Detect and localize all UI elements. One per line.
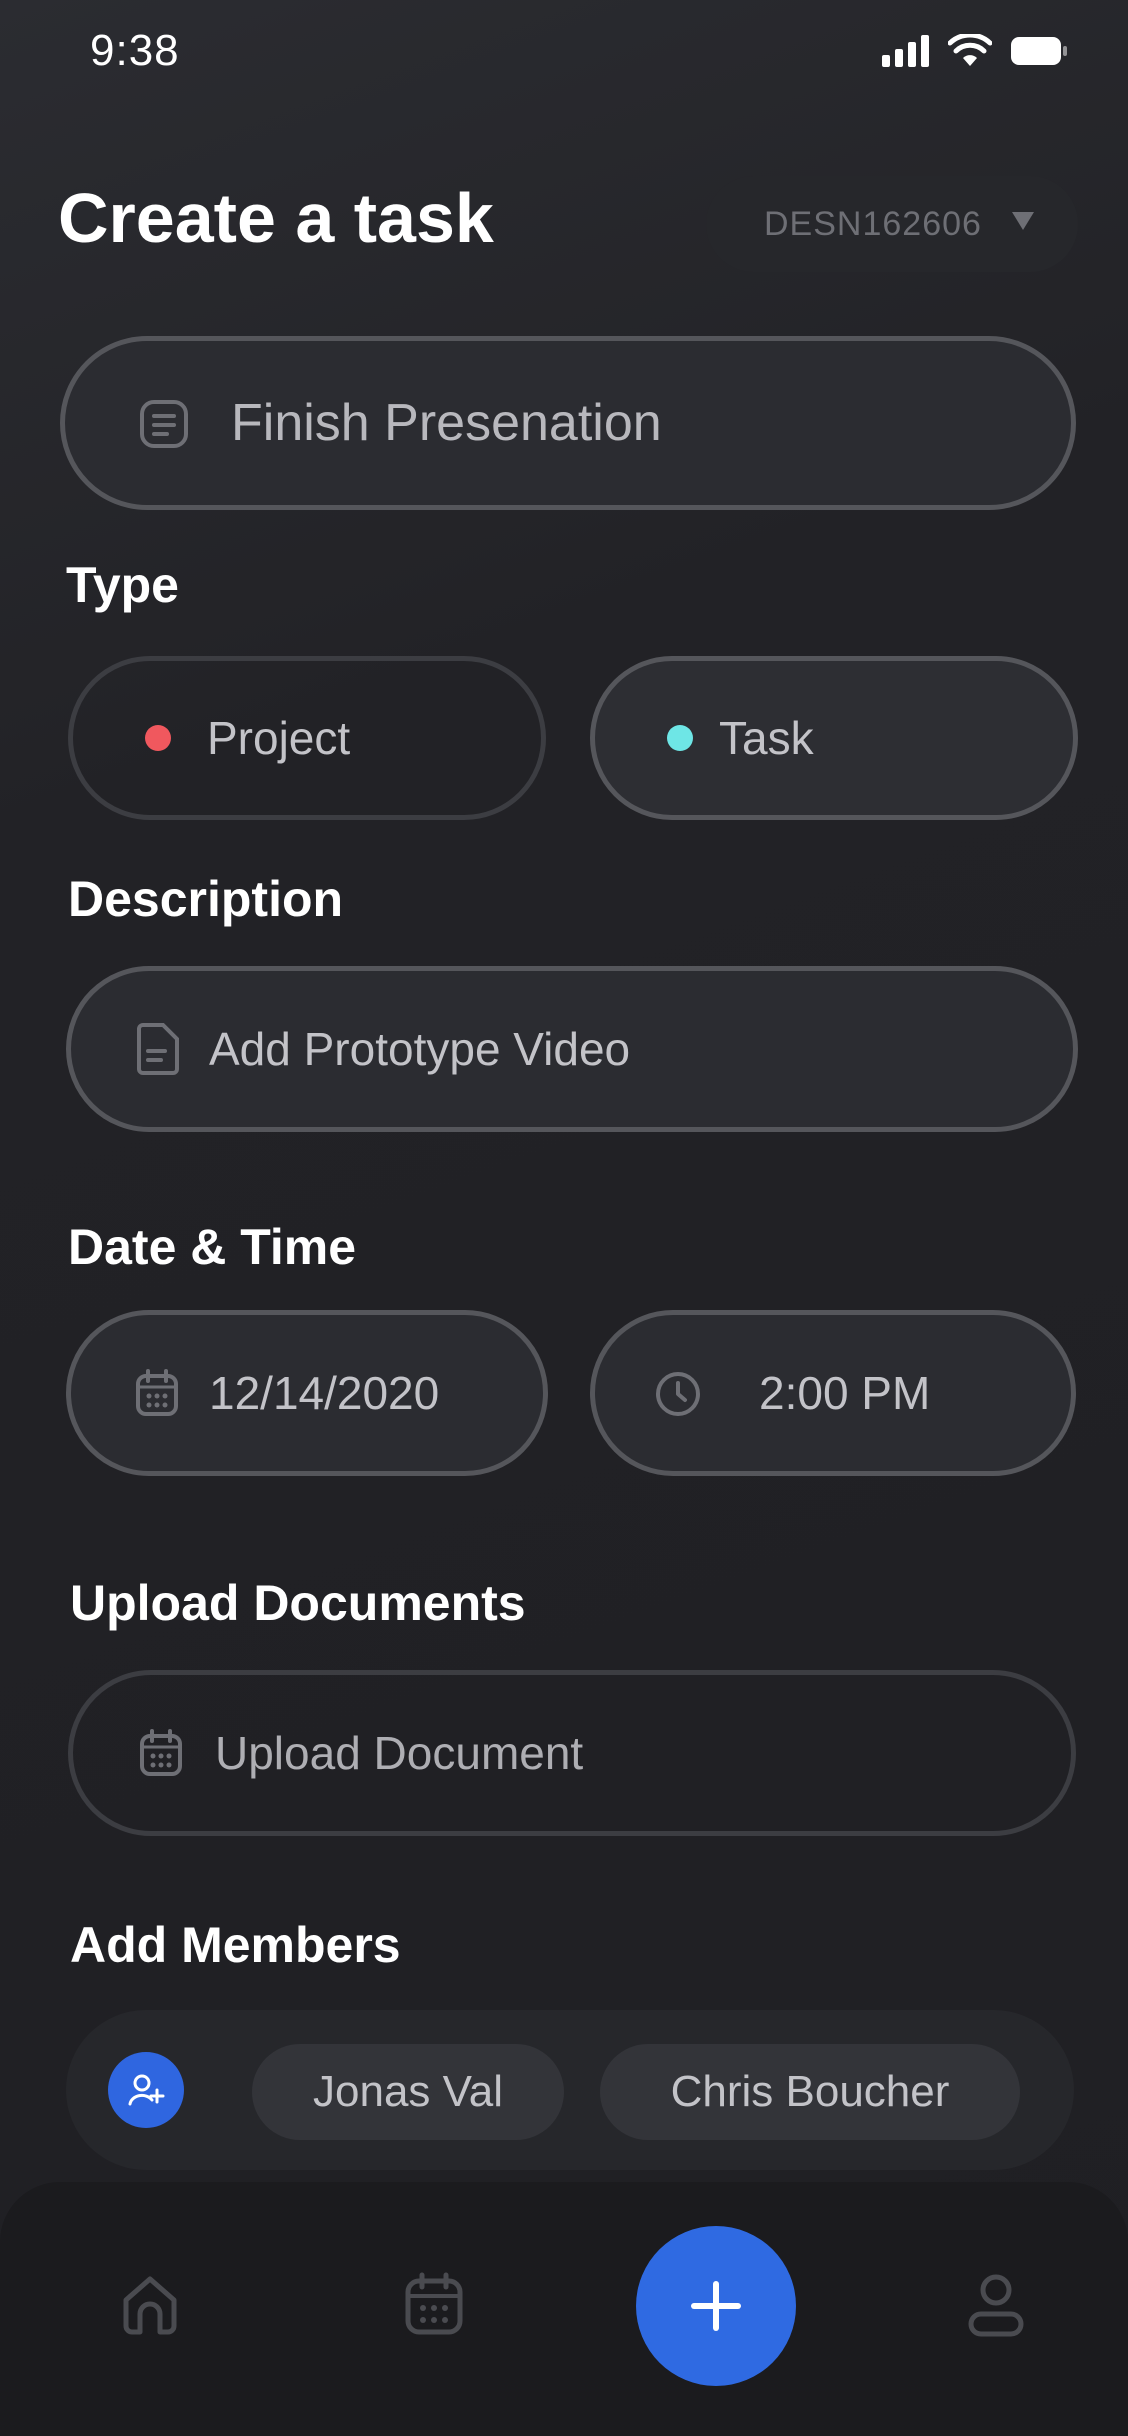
status-icons [882, 34, 1068, 68]
description-value: Add Prototype Video [209, 1023, 631, 1075]
date-field[interactable]: 12/14/2020 [66, 1310, 548, 1476]
task-dot-icon [667, 725, 693, 751]
plus-icon [691, 2281, 741, 2331]
upload-documents-label: Upload Documents [70, 1575, 526, 1631]
calendar-icon [140, 1729, 182, 1776]
members-bar: Jonas Val Chris Boucher [66, 2010, 1074, 2170]
caret-down-icon [1012, 212, 1034, 230]
add-task-fab[interactable] [636, 2226, 796, 2386]
description-field[interactable]: Add Prototype Video [66, 966, 1078, 1132]
add-user-icon [128, 2074, 165, 2106]
task-name-value: Finish Presenation [231, 394, 662, 452]
upload-document-field[interactable]: Upload Document [68, 1670, 1076, 1836]
task-name-field[interactable]: Finish Presenation [60, 336, 1076, 510]
date-value: 12/14/2020 [209, 1367, 440, 1419]
member-chip-chris-boucher[interactable]: Chris Boucher [600, 2044, 1020, 2140]
project-code-value: DESN162606 [764, 204, 982, 243]
project-dot-icon [145, 725, 171, 751]
date-time-label: Date & Time [68, 1219, 357, 1275]
profile-icon[interactable] [966, 2272, 1026, 2338]
project-code-dropdown[interactable]: DESN162606 [706, 176, 1078, 272]
type-option-project-label: Project [207, 712, 351, 764]
calendar-icon [136, 1369, 178, 1416]
type-label: Type [66, 557, 179, 613]
type-option-project[interactable]: Project [68, 656, 546, 820]
description-label: Description [68, 871, 344, 927]
battery-icon [1011, 37, 1067, 65]
add-member-button[interactable] [108, 2052, 184, 2128]
type-option-task-label: Task [719, 712, 814, 764]
type-option-task[interactable]: Task [590, 656, 1078, 820]
status-time: 9:38 [90, 26, 180, 75]
page-title: Create a task [58, 179, 494, 257]
bottom-nav [0, 2182, 1128, 2436]
clock-icon [656, 1372, 700, 1416]
member-chip-jonas-val[interactable]: Jonas Val [252, 2044, 564, 2140]
home-icon[interactable] [120, 2274, 180, 2336]
add-members-label: Add Members [70, 1917, 401, 1973]
document-icon [137, 1023, 179, 1075]
note-icon [140, 400, 188, 448]
time-value: 2:00 PM [759, 1367, 931, 1419]
status-bar: 9:38 [0, 0, 1128, 110]
upload-document-placeholder: Upload Document [215, 1727, 584, 1779]
time-field[interactable]: 2:00 PM [590, 1310, 1076, 1476]
wifi-icon [948, 34, 992, 66]
calendar-icon[interactable] [404, 2272, 464, 2336]
signal-icon [882, 35, 929, 67]
